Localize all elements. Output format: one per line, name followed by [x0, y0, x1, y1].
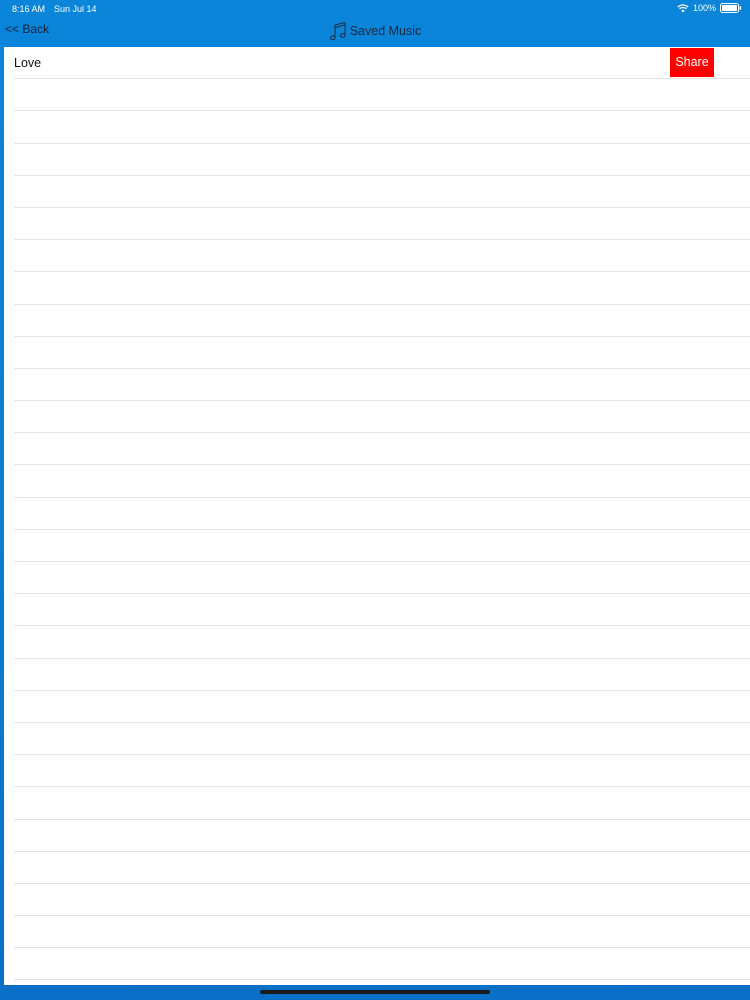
- empty-row: [14, 337, 750, 369]
- music-note-icon: [329, 21, 347, 41]
- empty-row: [14, 369, 750, 402]
- empty-row: [14, 787, 750, 820]
- empty-row: [14, 626, 750, 659]
- battery-icon: [720, 3, 742, 13]
- empty-row: [14, 144, 750, 176]
- status-time: 8:16 AM: [12, 4, 46, 14]
- empty-row: [14, 530, 750, 562]
- empty-row: [14, 176, 750, 208]
- empty-row: [14, 498, 750, 530]
- page-title-text: Saved Music: [349, 24, 422, 38]
- list-item[interactable]: Love Share: [14, 47, 750, 80]
- empty-row: [14, 208, 750, 241]
- battery-percent: 100%: [692, 3, 716, 13]
- empty-row: [14, 852, 750, 884]
- empty-row: [14, 111, 750, 144]
- empty-row: [14, 691, 750, 723]
- empty-row: [14, 884, 750, 917]
- empty-row: [14, 755, 750, 788]
- empty-row: [14, 820, 750, 852]
- empty-row: [14, 594, 750, 627]
- status-date: Sun Jul 14: [54, 4, 97, 14]
- status-bar: 8:16 AM Sun Jul 14 100%: [0, 0, 750, 18]
- share-button[interactable]: Share: [670, 48, 714, 77]
- list-item-label: Love: [14, 56, 42, 70]
- wifi-icon: [677, 3, 689, 13]
- empty-rows: [4, 79, 750, 981]
- empty-row: [14, 948, 750, 981]
- page-title: Saved Music: [0, 21, 750, 41]
- empty-row: [14, 240, 750, 273]
- navigation-bar: << Back Saved Music: [0, 18, 750, 46]
- empty-row: [14, 659, 750, 691]
- app-screen: 8:16 AM Sun Jul 14 100% << Back Saved Mu…: [0, 0, 750, 1000]
- empty-row: [14, 79, 750, 112]
- empty-row: [14, 562, 750, 595]
- status-indicators: 100%: [677, 3, 742, 13]
- empty-row: [14, 401, 750, 434]
- home-indicator[interactable]: [260, 990, 490, 994]
- empty-row: [14, 305, 750, 337]
- empty-row: [14, 433, 750, 466]
- empty-row: [14, 272, 750, 305]
- empty-row: [14, 465, 750, 498]
- saved-music-list: Love Share: [4, 47, 750, 985]
- empty-row: [14, 916, 750, 949]
- empty-row: [14, 723, 750, 756]
